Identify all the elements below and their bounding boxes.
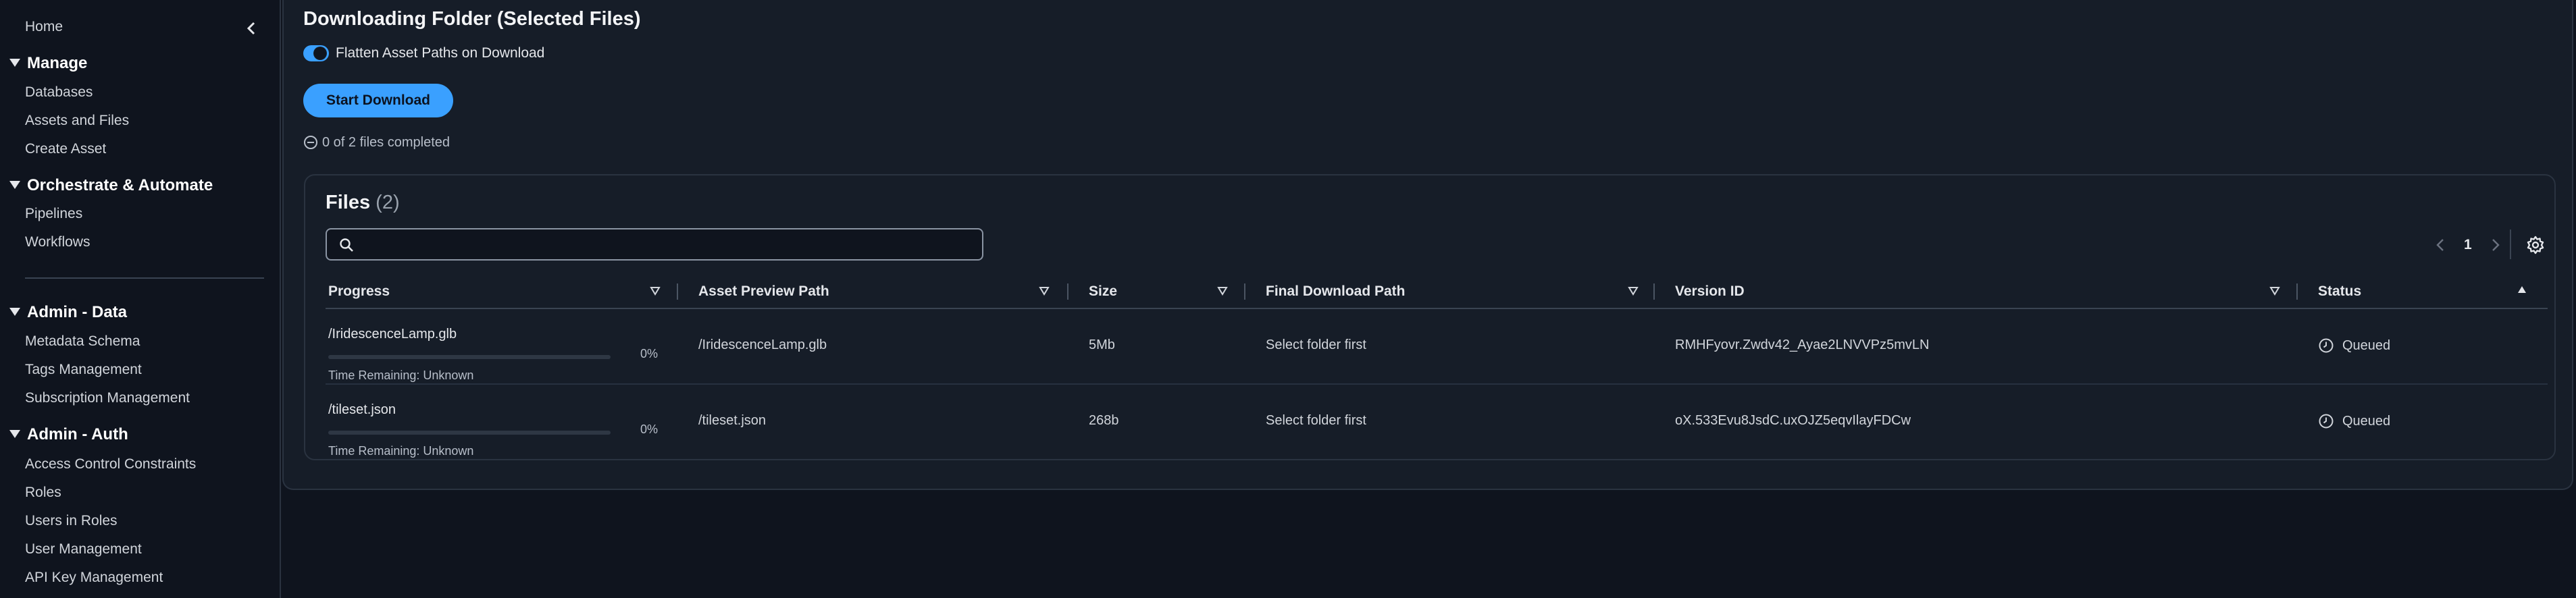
sidebar-divider xyxy=(25,277,264,279)
version-id: oX.533Evu8JsdC.uxOJZ5eqvIlayFDCw xyxy=(1675,413,1911,428)
column-header-status[interactable]: Status xyxy=(2318,283,2361,300)
caret-down-icon xyxy=(9,180,20,189)
column-header-progress[interactable]: Progress xyxy=(328,283,390,300)
pager-divider xyxy=(2510,229,2511,259)
sidebar-item-subscription-management[interactable]: Subscription Management xyxy=(25,390,190,406)
sort-ascending-icon[interactable] xyxy=(2517,285,2527,294)
version-id: RMHFyovr.Zwdv42_Ayae2LNVVPz5mvLN xyxy=(1675,337,1930,352)
sidebar-item-databases[interactable]: Databases xyxy=(25,84,93,101)
main-content: Downloading Folder (Selected Files) Flat… xyxy=(282,0,2575,598)
filter-triangle-icon[interactable] xyxy=(1217,286,1228,296)
clock-icon xyxy=(2319,414,2334,429)
column-header-asset-preview-path[interactable]: Asset Preview Path xyxy=(698,283,829,300)
filter-triangle-icon[interactable] xyxy=(2269,286,2280,296)
search-icon xyxy=(340,238,353,252)
progress-file-name: /IridescenceLamp.glb xyxy=(328,327,457,342)
sidebar-item-assets-and-files[interactable]: Assets and Files xyxy=(25,113,129,129)
final-download-path: Select folder first xyxy=(1266,337,1366,352)
files-table-card: Files (2) 1 Progress Asset Preview Path … xyxy=(304,174,2556,460)
progress-bar xyxy=(328,431,611,435)
column-divider xyxy=(2296,283,2298,300)
file-size: 268b xyxy=(1089,413,1119,428)
files-status-text: 0 of 2 files completed xyxy=(322,134,450,150)
status-text: Queued xyxy=(2342,337,2391,353)
sidebar-item-metadata-schema[interactable]: Metadata Schema xyxy=(25,333,140,350)
current-page[interactable]: 1 xyxy=(2464,237,2472,253)
caret-down-icon xyxy=(9,429,20,438)
asset-preview-path: /tileset.json xyxy=(698,413,767,428)
pagination: 1 xyxy=(2433,234,2503,256)
flatten-paths-label: Flatten Asset Paths on Download xyxy=(336,45,545,61)
sidebar-item-roles[interactable]: Roles xyxy=(25,485,61,501)
files-completed-status: 0 of 2 files completed xyxy=(303,134,450,151)
clock-icon xyxy=(2319,338,2334,353)
progress-percent: 0% xyxy=(640,347,659,360)
progress-file-name: /tileset.json xyxy=(328,402,396,417)
column-header-version-id[interactable]: Version ID xyxy=(1675,283,1745,300)
download-panel: Downloading Folder (Selected Files) Flat… xyxy=(282,0,2573,490)
progress-percent: 0% xyxy=(640,423,659,436)
column-header-size[interactable]: Size xyxy=(1089,283,1117,300)
table-header: Progress Asset Preview Path Size Final D… xyxy=(326,277,2548,309)
time-remaining: Time Remaining: Unknown xyxy=(328,444,474,458)
sidebar-section-manage[interactable]: Manage xyxy=(9,54,87,73)
sidebar-item-access-control-constraints[interactable]: Access Control Constraints xyxy=(25,456,196,472)
caret-down-icon xyxy=(9,307,20,316)
minus-circle-icon xyxy=(304,136,317,149)
progress-bar xyxy=(328,355,611,359)
filter-triangle-icon[interactable] xyxy=(650,286,661,296)
filter-triangle-icon[interactable] xyxy=(1628,286,1639,296)
sidebar-item-api-key-management[interactable]: API Key Management xyxy=(25,570,163,586)
caret-down-icon xyxy=(9,58,20,67)
files-count: (2) xyxy=(376,192,400,213)
status-badge: Queued xyxy=(2318,413,2390,429)
sidebar-section-admin-auth[interactable]: Admin - Auth xyxy=(9,425,128,444)
search-input[interactable] xyxy=(361,234,971,256)
filter-triangle-icon[interactable] xyxy=(1039,286,1050,296)
collapse-sidebar-icon[interactable] xyxy=(241,18,261,38)
sidebar-item-tags-management[interactable]: Tags Management xyxy=(25,362,142,378)
sidebar-section-admin-data[interactable]: Admin - Data xyxy=(9,303,127,322)
files-heading-label: Files xyxy=(326,192,371,213)
sidebar-section-orchestrate[interactable]: Orchestrate & Automate xyxy=(9,176,213,195)
column-divider xyxy=(1067,283,1068,300)
page-title: Downloading Folder (Selected Files) xyxy=(303,8,641,30)
sidebar: Home Manage Databases Assets and Files C… xyxy=(0,0,281,598)
column-divider xyxy=(677,283,678,300)
sidebar-item-user-management[interactable]: User Management xyxy=(25,541,142,558)
table-row: /IridescenceLamp.glb 0% Time Remaining: … xyxy=(326,309,2548,385)
chevron-right-icon[interactable] xyxy=(2488,235,2503,255)
chevron-left-icon[interactable] xyxy=(2433,235,2448,255)
final-download-path: Select folder first xyxy=(1266,413,1366,428)
status-badge: Queued xyxy=(2318,337,2390,354)
files-table: Progress Asset Preview Path Size Final D… xyxy=(326,277,2548,459)
file-size: 5Mb xyxy=(1089,337,1115,352)
flatten-paths-toggle-row: Flatten Asset Paths on Download xyxy=(303,44,544,63)
column-header-final-download-path[interactable]: Final Download Path xyxy=(1266,283,1406,300)
search-box xyxy=(326,228,983,261)
status-text: Queued xyxy=(2342,413,2391,429)
table-row: /tileset.json 0% Time Remaining: Unknown… xyxy=(326,385,2548,459)
gear-icon[interactable] xyxy=(2525,234,2546,256)
sidebar-item-workflows[interactable]: Workflows xyxy=(25,234,90,250)
sidebar-item-create-asset[interactable]: Create Asset xyxy=(25,141,106,157)
column-divider xyxy=(1244,283,1245,300)
sidebar-item-home[interactable]: Home xyxy=(25,19,63,35)
start-download-button[interactable]: Start Download xyxy=(303,84,453,117)
flatten-paths-toggle[interactable] xyxy=(303,45,329,61)
asset-preview-path: /IridescenceLamp.glb xyxy=(698,337,827,352)
column-divider xyxy=(1653,283,1655,300)
sidebar-item-users-in-roles[interactable]: Users in Roles xyxy=(25,513,118,529)
sidebar-item-pipelines[interactable]: Pipelines xyxy=(25,206,82,222)
files-heading: Files (2) xyxy=(326,192,400,214)
time-remaining: Time Remaining: Unknown xyxy=(328,369,474,382)
